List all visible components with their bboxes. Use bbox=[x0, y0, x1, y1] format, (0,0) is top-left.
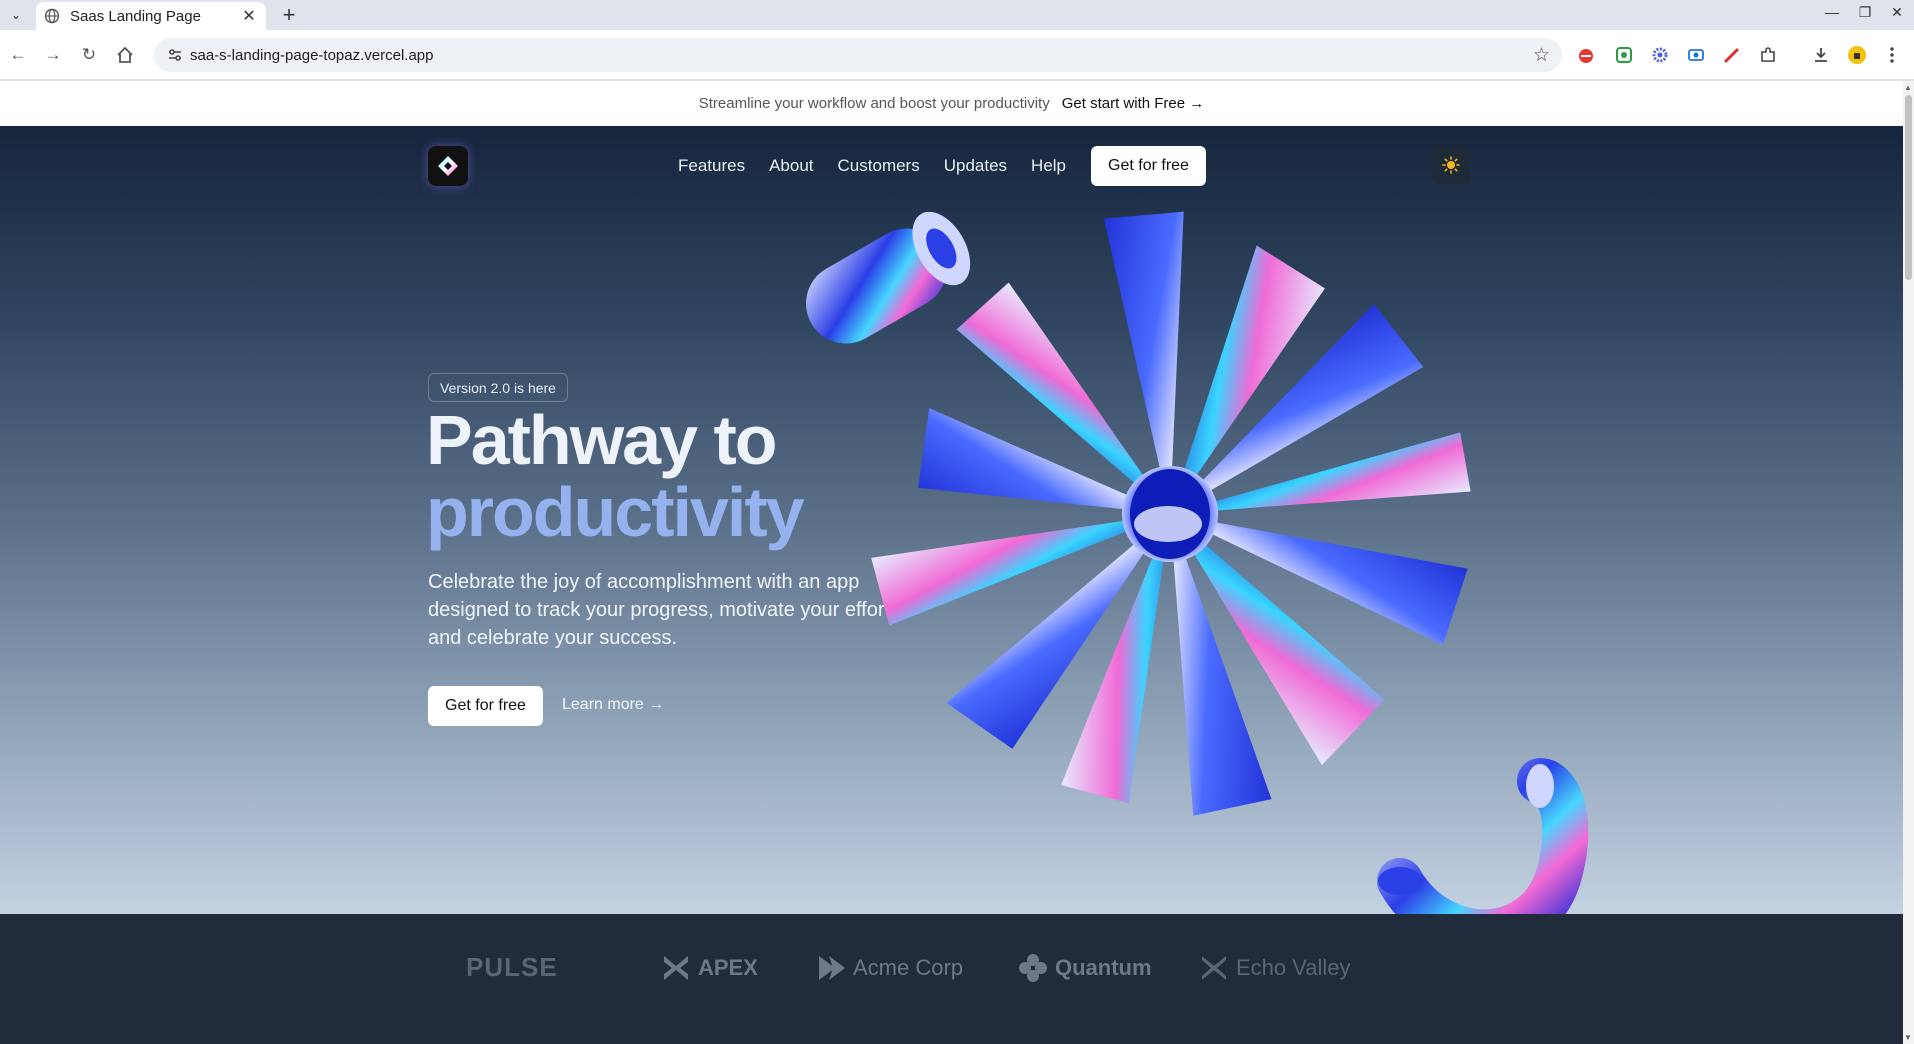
logo-echo-valley: Echo Valley bbox=[1198, 952, 1351, 984]
url-text: saa-s-landing-page-topaz.vercel.app bbox=[190, 47, 434, 64]
close-window-icon[interactable]: ✕ bbox=[1887, 4, 1907, 21]
extension-gear-icon[interactable] bbox=[1650, 45, 1670, 65]
announcement-cta-link[interactable]: Get start with Free → bbox=[1062, 95, 1205, 112]
nav-updates[interactable]: Updates bbox=[944, 156, 1007, 176]
acme-chevron-icon bbox=[819, 956, 845, 980]
apex-x-icon bbox=[664, 956, 688, 980]
menu-kebab-icon[interactable] bbox=[1882, 45, 1902, 65]
nav-about[interactable]: About bbox=[769, 156, 813, 176]
main-nav: Features About Customers Updates Help bbox=[678, 156, 1090, 176]
browser-tab[interactable]: Saas Landing Page ✕ bbox=[36, 2, 266, 30]
logo-pulse-label: PULSE bbox=[466, 952, 558, 982]
extensions-puzzle-icon[interactable] bbox=[1758, 45, 1778, 65]
hero-description: Celebrate the joy of accomplishment with… bbox=[428, 571, 906, 649]
logo-echo-valley-label: Echo Valley bbox=[1236, 955, 1351, 980]
reload-icon[interactable]: ↻ bbox=[78, 44, 100, 66]
nav-customers[interactable]: Customers bbox=[838, 156, 920, 176]
customer-logos-bar: PULSE APEX Acme Corp Quantum Echo Valley bbox=[0, 914, 1903, 1044]
logo-quantum: Quantum bbox=[1017, 952, 1152, 984]
nav-features[interactable]: Features bbox=[678, 156, 745, 176]
version-badge: Version 2.0 is here bbox=[428, 373, 568, 402]
tab-search-chevron-icon[interactable]: ⌄ bbox=[6, 5, 26, 25]
hero-section: Features About Customers Updates Help Ge… bbox=[0, 126, 1903, 914]
extension-camera-icon[interactable] bbox=[1686, 45, 1706, 65]
minimize-icon[interactable]: — bbox=[1822, 4, 1842, 20]
site-settings-icon[interactable] bbox=[166, 46, 184, 64]
back-arrow-icon[interactable]: ← bbox=[7, 44, 29, 66]
page-scrollbar[interactable]: ▲ ▼ bbox=[1903, 81, 1914, 1044]
logo-diamond-icon bbox=[438, 156, 458, 176]
scrollbar-thumb[interactable] bbox=[1905, 95, 1912, 280]
new-tab-button[interactable]: + bbox=[278, 3, 300, 27]
forward-arrow-icon[interactable]: → bbox=[42, 44, 64, 66]
hero-title-line-2: productivity bbox=[426, 473, 805, 551]
echo-valley-x-icon bbox=[1202, 956, 1226, 980]
logo-acme-corp: Acme Corp bbox=[815, 952, 963, 984]
home-icon[interactable] bbox=[114, 44, 136, 66]
logo-quantum-label: Quantum bbox=[1055, 955, 1152, 980]
quantum-clover-icon bbox=[1019, 954, 1047, 982]
restore-icon[interactable]: ❐ bbox=[1855, 4, 1875, 21]
extension-green-icon[interactable] bbox=[1614, 45, 1634, 65]
bookmark-star-icon[interactable]: ☆ bbox=[1533, 44, 1550, 67]
hero-title: Pathway to productivity bbox=[426, 401, 805, 551]
learn-more-link[interactable]: Learn more → bbox=[562, 696, 664, 714]
logo-acme-label: Acme Corp bbox=[853, 955, 964, 980]
hero-get-for-free-button[interactable]: Get for free bbox=[428, 686, 543, 726]
logo-apex-label: APEX bbox=[698, 955, 758, 980]
hero-title-line-1: Pathway to bbox=[426, 401, 778, 479]
close-tab-icon[interactable]: ✕ bbox=[240, 6, 258, 26]
globe-icon bbox=[44, 8, 60, 24]
theme-toggle-button[interactable] bbox=[1432, 146, 1470, 184]
nav-get-for-free-button[interactable]: Get for free bbox=[1091, 146, 1206, 186]
logo-pulse: PULSE bbox=[466, 952, 558, 983]
extension-red-icon[interactable] bbox=[1576, 45, 1596, 65]
profile-avatar-icon[interactable] bbox=[1847, 45, 1867, 65]
extension-pen-icon[interactable] bbox=[1722, 45, 1742, 65]
logo-apex: APEX bbox=[660, 952, 758, 984]
download-icon[interactable] bbox=[1811, 45, 1831, 65]
scroll-down-icon[interactable]: ▼ bbox=[1904, 1033, 1912, 1042]
browser-toolbar: ← → ↻ saa-s-landing-page-topaz.vercel.ap… bbox=[0, 30, 1914, 80]
brand-logo[interactable] bbox=[428, 146, 468, 186]
announcement-text: Streamline your workflow and boost your … bbox=[698, 95, 1050, 112]
sun-icon bbox=[1442, 156, 1460, 174]
address-bar[interactable]: saa-s-landing-page-topaz.vercel.app ☆ bbox=[154, 38, 1562, 72]
tab-title: Saas Landing Page bbox=[70, 7, 201, 25]
scroll-up-icon[interactable]: ▲ bbox=[1904, 83, 1912, 92]
nav-help[interactable]: Help bbox=[1031, 156, 1066, 176]
browser-tab-strip: ⌄ Saas Landing Page ✕ + — ❐ ✕ bbox=[0, 0, 1914, 30]
page-viewport: Streamline your workflow and boost your … bbox=[0, 81, 1903, 1044]
announcement-bar: Streamline your workflow and boost your … bbox=[0, 81, 1903, 126]
